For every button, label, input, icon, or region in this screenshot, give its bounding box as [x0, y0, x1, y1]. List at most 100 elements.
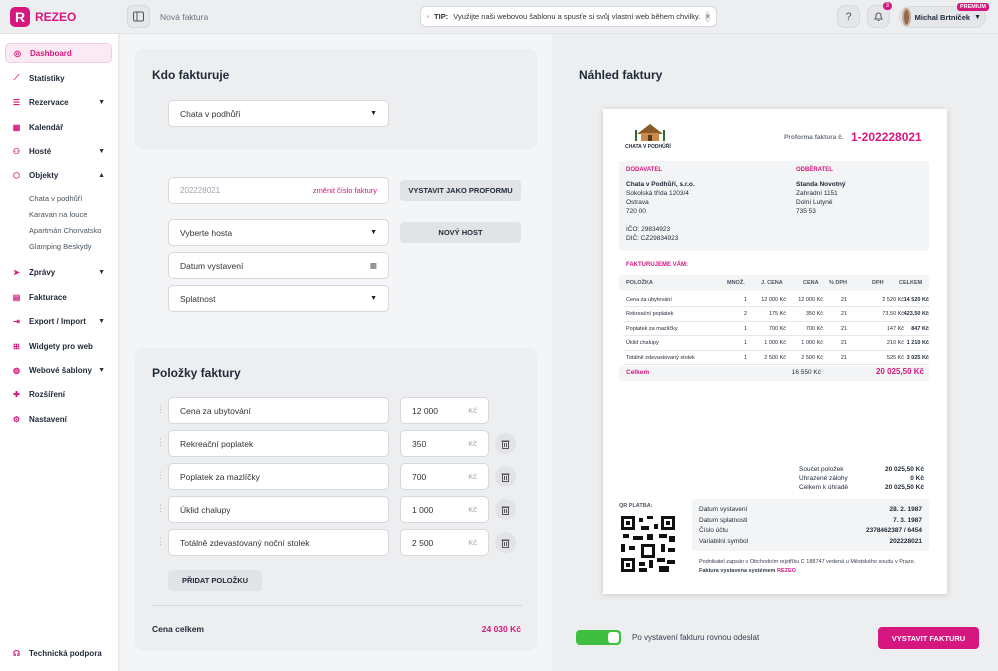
item-price-field[interactable]: 12 000 Kč — [400, 397, 489, 424]
invoice-number-field[interactable]: 202228021 změnit číslo faktury — [168, 177, 389, 204]
header-item: POLOŽKA — [626, 280, 653, 286]
header-unit-price: J. CENA — [761, 280, 783, 286]
item-price-field[interactable]: 700 Kč — [400, 463, 489, 490]
payment-info: Datum vystavení 28. 2. 1987 Datum splatno… — [699, 505, 922, 547]
breadcrumb: Nová faktura — [160, 12, 209, 22]
supplier-street: Sokolská třída 1203/4 — [626, 190, 689, 197]
sidebar-item-statistics[interactable]: ⟋ Statistiky — [5, 68, 112, 88]
logo-text: REZEO — [35, 10, 77, 24]
gear-icon: ⚙ — [12, 414, 21, 424]
globe-icon: ◍ — [13, 365, 20, 375]
item-name-field[interactable]: Cena za ubytování — [168, 397, 389, 424]
sidebar-item-extensions[interactable]: ✚ Rozšíření — [5, 384, 112, 404]
sidebar-item-web-templates[interactable]: ◍ Webové šablony ▼ — [5, 360, 112, 380]
issue-invoice-button[interactable]: VYSTAVIT FAKTURU — [878, 627, 979, 649]
row-item: Cena za ubytování — [626, 296, 672, 303]
chevron-down-icon: ▼ — [98, 317, 105, 325]
sidebar-item-settings[interactable]: ⚙ Nastavení — [5, 409, 112, 429]
payment-label: Datum vystavení — [699, 506, 748, 513]
payment-row: Variabilní symbol 202228021 — [699, 537, 922, 548]
header-vat: DPH — [872, 280, 884, 286]
change-number-link[interactable]: změnit číslo faktury — [313, 186, 377, 195]
sidebar-subitem-object[interactable]: Chata v podhůří — [29, 194, 82, 203]
sidebar-subitem-object[interactable]: Apartmán Chorvatsko — [29, 226, 102, 235]
sidebar-item-label: Hosté — [29, 146, 52, 156]
item-price-field[interactable]: 350 Kč — [400, 430, 489, 457]
sidebar-toggle-button[interactable] — [127, 5, 150, 28]
support-link[interactable]: ☊ Technická podpora — [5, 643, 112, 663]
item-name-field[interactable]: Rekreační poplatek — [168, 430, 389, 457]
sidebar-item-label: Dashboard — [30, 48, 72, 58]
calendar-icon[interactable]: ▦ — [370, 261, 377, 270]
app-logo[interactable]: R REZEO — [10, 7, 76, 27]
trash-icon — [501, 473, 510, 482]
chart-icon: ⟋ — [13, 73, 20, 82]
currency-label: Kč — [468, 505, 477, 514]
item-name-field[interactable]: Poplatek za mazlíčky — [168, 463, 389, 490]
summary-label: Celkem k úhradě — [799, 484, 849, 491]
sidebar-item-dashboard[interactable]: ◎ Dashboard — [5, 43, 112, 63]
item-name-field[interactable]: Úklid chalupy — [168, 496, 389, 523]
delete-item-button[interactable] — [495, 532, 516, 553]
widget-icon: ⊞ — [13, 341, 20, 351]
row-vat-rate: 21 — [840, 296, 847, 303]
sidebar-item-reservations[interactable]: ☰ Rezervace ▼ — [5, 92, 112, 112]
sum-net: 16 550 Kč — [791, 369, 821, 376]
palette-icon: ◎ — [14, 48, 21, 58]
item-price-value: 12 000 — [412, 405, 438, 416]
row-vat-rate: 21 — [840, 354, 847, 361]
sidebar-item-invoicing[interactable]: ▤ Fakturace — [5, 287, 112, 307]
due-select[interactable]: Splatnost ▼ — [168, 285, 389, 312]
sidebar-item-messages[interactable]: ➤ Zprávy ▼ — [5, 262, 112, 282]
item-price-field[interactable]: 2 500 Kč — [400, 529, 489, 556]
row-total: 3 025 Kč — [906, 354, 929, 361]
row-unit-price: 2 500 Kč — [764, 354, 786, 361]
row-price: 2 500 Kč — [801, 354, 823, 361]
preview-title: Náhled faktury — [579, 68, 663, 82]
sidebar-item-objects[interactable]: ⬡ Objekty ▲ — [5, 165, 112, 185]
item-name-field[interactable]: Totálně zdevastovaný noční stolek — [168, 529, 389, 556]
export-icon: ⇥ — [13, 316, 20, 326]
help-button[interactable]: ? — [837, 5, 860, 28]
toggle-knob — [608, 632, 619, 643]
summary-value: 20 025,50 Kč — [884, 466, 924, 473]
calendar-icon: ▦ — [12, 122, 21, 132]
puzzle-icon: ✚ — [13, 389, 20, 399]
row-vat-rate: 21 — [840, 340, 847, 347]
trash-icon — [501, 440, 510, 449]
row-price: 700 Kč — [805, 325, 823, 332]
sidebar-item-label: Export / Import — [29, 316, 86, 326]
sidebar-item-widgets[interactable]: ⊞ Widgety pro web — [5, 336, 112, 356]
delete-item-button[interactable] — [495, 499, 516, 520]
add-item-button[interactable]: PŘIDAT POLOŽKU — [168, 570, 262, 591]
sidebar-subitem-object[interactable]: Karavan na louce — [29, 210, 87, 219]
new-guest-button[interactable]: NOVÝ HOST — [400, 222, 521, 243]
chevron-down-icon: ▼ — [974, 13, 981, 21]
caret-down-icon: ▼ — [370, 110, 377, 117]
row-vat-rate: 21 — [840, 311, 847, 318]
send-toggle[interactable] — [576, 630, 621, 645]
guest-select[interactable]: Vyberte hosta ▼ — [168, 219, 389, 246]
sidebar-item-calendar[interactable]: ▦ Kalendář — [5, 117, 112, 137]
currency-label: Kč — [468, 406, 477, 415]
sidebar-item-export-import[interactable]: ⇥ Export / Import ▼ — [5, 311, 112, 331]
payment-value: 202228021 — [889, 537, 922, 545]
issue-date-placeholder: Datum vystavení — [180, 260, 244, 271]
row-item: Totálně zdevastovaný stolek — [626, 354, 695, 361]
sidebar-item-guests[interactable]: ⚇ Hosté ▼ — [5, 141, 112, 161]
row-item: Poplatek za mazlíčky — [626, 325, 678, 332]
issuer-select[interactable]: Chata v podhůří ▼ — [168, 100, 389, 127]
document-icon: ▤ — [12, 292, 21, 302]
proforma-button[interactable]: VYSTAVIT JAKO PROFORMU — [400, 180, 521, 201]
sidebar-item-label: Kalendář — [29, 122, 64, 132]
payment-row: Číslo účtu 2378462387 / 6454 — [699, 526, 922, 537]
delete-item-button[interactable] — [495, 466, 516, 487]
supplier-ids: IČO: 29834923 DIČ: CZ29834923 — [626, 225, 678, 243]
delete-item-button[interactable] — [495, 433, 516, 454]
item-price-field[interactable]: 1 000 Kč — [400, 496, 489, 523]
close-tip-icon[interactable]: × — [705, 10, 710, 23]
sidebar-subitem-object[interactable]: Glamping Beskydy — [29, 242, 92, 251]
notifications-button[interactable]: 3 — [867, 2, 892, 28]
qr-label: QR PLATBA: — [619, 503, 653, 509]
issue-date-field[interactable]: Datum vystavení ▦ — [168, 252, 389, 279]
